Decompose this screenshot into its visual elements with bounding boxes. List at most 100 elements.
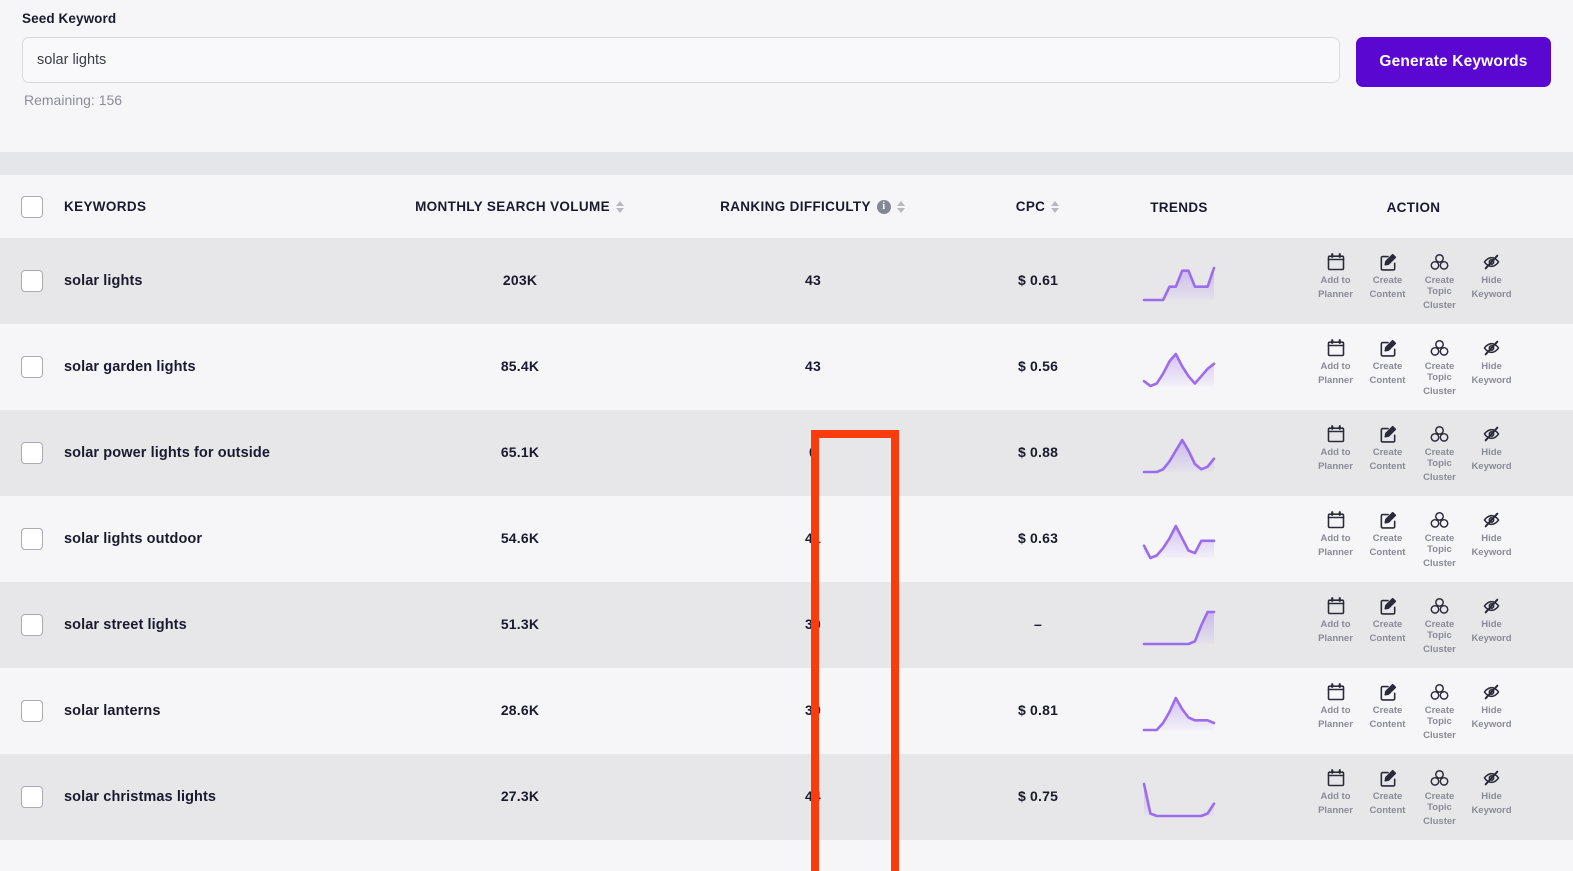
action-eye-slash-6[interactable]: HideKeyword (1468, 768, 1516, 827)
volume-value: 65.1K (501, 444, 539, 460)
volume-cell: 28.6K (386, 702, 654, 720)
action-label: Planner (1318, 375, 1353, 386)
action-topic-cluster-3[interactable]: Create TopicCluster (1416, 510, 1464, 569)
sort-icon[interactable] (616, 200, 625, 214)
volume-cell: 203K (386, 272, 654, 290)
topic-cluster-icon (1429, 768, 1450, 788)
action-edit-square-1[interactable]: CreateContent (1364, 338, 1412, 397)
topic-cluster-icon (1429, 596, 1450, 616)
generate-keywords-button[interactable]: Generate Keywords (1356, 37, 1551, 87)
action-calendar-4[interactable]: Add toPlanner (1312, 596, 1360, 655)
keyword-link[interactable]: solar christmas lights (64, 789, 216, 805)
action-edit-square-3[interactable]: CreateContent (1364, 510, 1412, 569)
action-label: Add to (1320, 447, 1350, 458)
action-calendar-1[interactable]: Add toPlanner (1312, 338, 1360, 397)
keyword-link[interactable]: solar garden lights (64, 359, 196, 375)
header-difficulty[interactable]: RANKING DIFFICULTY i (654, 198, 972, 216)
action-eye-slash-1[interactable]: HideKeyword (1468, 338, 1516, 397)
action-edit-square-6[interactable]: CreateContent (1364, 768, 1412, 827)
trend-sparkline (1142, 690, 1216, 732)
select-all-checkbox[interactable] (21, 196, 43, 218)
row-select-cell (0, 356, 64, 378)
seed-keyword-input[interactable] (22, 37, 1340, 83)
keyword-cell: solar garden lights (64, 358, 386, 376)
action-topic-cluster-6[interactable]: Create Topic Cluster (1416, 768, 1464, 827)
row-checkbox[interactable] (21, 786, 43, 808)
calendar-icon (1326, 424, 1346, 444)
action-eye-slash-2[interactable]: HideKeyword (1468, 424, 1516, 483)
header-trends: TRENDS (1104, 200, 1254, 215)
row-select-cell (0, 270, 64, 292)
calendar-icon (1326, 338, 1346, 358)
action-label: Planner (1318, 461, 1353, 472)
action-calendar-2[interactable]: Add to Planner (1312, 424, 1360, 483)
volume-value: 54.6K (501, 530, 539, 546)
action-label: Create (1373, 275, 1403, 286)
keyword-link[interactable]: solar lights outdoor (64, 531, 202, 547)
difficulty-value: 0 (809, 444, 817, 460)
keyword-cell: solar lanterns (64, 702, 386, 720)
volume-cell: 85.4K (386, 358, 654, 376)
header-volume[interactable]: MONTHLY SEARCH VOLUME (386, 198, 654, 216)
action-eye-slash-4[interactable]: HideKeyword (1468, 596, 1516, 655)
action-label: Create Topic (1416, 791, 1464, 813)
header-keywords[interactable]: KEYWORDS (64, 198, 386, 216)
action-edit-square-0[interactable]: CreateContent (1364, 252, 1412, 311)
action-label: Hide (1481, 361, 1502, 372)
row-checkbox[interactable] (21, 700, 43, 722)
topic-cluster-icon (1429, 510, 1450, 530)
difficulty-cell: 43 (654, 272, 972, 290)
action-topic-cluster-1[interactable]: Create TopicCluster (1416, 338, 1464, 397)
keyword-link[interactable]: solar power lights for outside (64, 445, 270, 461)
row-checkbox[interactable] (21, 528, 43, 550)
action-cell: Add toPlannerCreateContentCreate TopicCl… (1254, 510, 1573, 569)
topic-cluster-icon (1429, 252, 1450, 272)
header-difficulty-label: RANKING DIFFICULTY (720, 199, 871, 214)
action-eye-slash-0[interactable]: HideKeyword (1468, 252, 1516, 311)
action-label: Hide (1481, 705, 1502, 716)
action-label: Cluster (1423, 816, 1456, 827)
action-label: Hide (1481, 791, 1502, 802)
row-checkbox[interactable] (21, 356, 43, 378)
action-topic-cluster-5[interactable]: Create TopicCluster (1416, 682, 1464, 741)
header-action: ACTION (1254, 200, 1573, 215)
action-calendar-5[interactable]: Add toPlanner (1312, 682, 1360, 741)
cpc-value: – (1034, 616, 1042, 632)
action-edit-square-4[interactable]: CreateContent (1364, 596, 1412, 655)
row-checkbox[interactable] (21, 442, 43, 464)
action-calendar-6[interactable]: Add toPlanner (1312, 768, 1360, 827)
trend-cell (1104, 776, 1254, 818)
action-label: Create (1373, 361, 1403, 372)
info-icon[interactable]: i (877, 200, 891, 214)
action-eye-slash-5[interactable]: HideKeyword (1468, 682, 1516, 741)
sort-icon[interactable] (897, 200, 906, 214)
difficulty-cell: 39 (654, 702, 972, 720)
action-label: Content (1370, 633, 1406, 644)
row-checkbox[interactable] (21, 270, 43, 292)
keyword-link[interactable]: solar lights (64, 273, 143, 289)
sort-icon[interactable] (1051, 200, 1060, 214)
keyword-link[interactable]: solar lanterns (64, 703, 161, 719)
action-calendar-0[interactable]: Add toPlanner (1312, 252, 1360, 311)
action-eye-slash-3[interactable]: HideKeyword (1468, 510, 1516, 569)
keyword-cell: solar christmas lights (64, 788, 386, 806)
action-cell: Add toPlannerCreateContentCreate TopicCl… (1254, 682, 1573, 741)
action-topic-cluster-0[interactable]: Create TopicCluster (1416, 252, 1464, 311)
difficulty-cell: 44 (654, 788, 972, 806)
action-topic-cluster-4[interactable]: Create TopicCluster (1416, 596, 1464, 655)
difficulty-value: 43 (805, 358, 821, 374)
header-cpc[interactable]: CPC (972, 198, 1104, 216)
cpc-cell: $ 0.61 (972, 272, 1104, 290)
keyword-link[interactable]: solar street lights (64, 617, 187, 633)
action-topic-cluster-2[interactable]: Create TopicCluster (1416, 424, 1464, 483)
action-calendar-3[interactable]: Add toPlanner (1312, 510, 1360, 569)
row-checkbox[interactable] (21, 614, 43, 636)
eye-slash-icon (1481, 252, 1502, 272)
header-volume-label: MONTHLY SEARCH VOLUME (415, 199, 610, 214)
action-label: Create (1373, 705, 1403, 716)
action-buttons: Add toPlannerCreateContentCreate TopicCl… (1312, 682, 1516, 741)
header-trends-label: TRENDS (1150, 200, 1208, 215)
edit-square-icon (1378, 596, 1398, 616)
action-edit-square-5[interactable]: CreateContent (1364, 682, 1412, 741)
action-edit-square-2[interactable]: CreateContent (1364, 424, 1412, 483)
